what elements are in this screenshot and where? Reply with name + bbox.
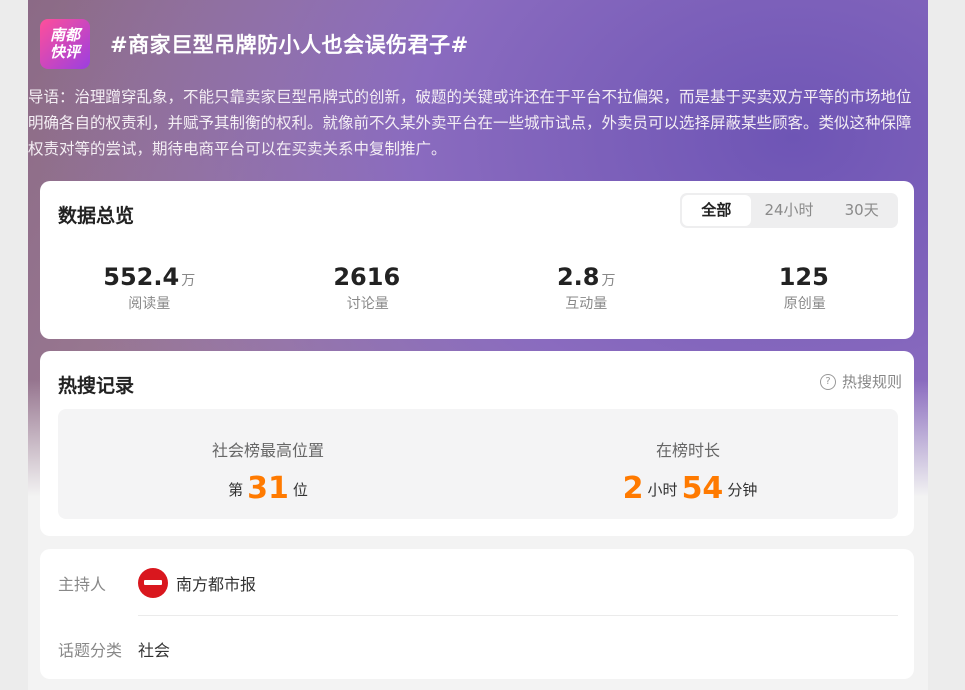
hot-search-stats: 社会榜最高位置 第 31 位 在榜时长 2 小时 54 分钟 xyxy=(58,409,898,519)
stat-label: 阅读量 xyxy=(128,296,171,312)
nandu-kuaiping-logo: 南都 快评 xyxy=(40,19,90,69)
tab-all[interactable]: 全部 xyxy=(682,195,751,226)
hot-search-title: 热搜记录 xyxy=(58,375,135,397)
duration-minutes-unit: 分钟 xyxy=(727,481,758,499)
stat-unit: 万 xyxy=(181,273,196,289)
rank-label: 社会榜最高位置 xyxy=(211,441,324,460)
stat-interactions: 2.8 万 互动量 xyxy=(477,263,696,313)
data-overview-card: 数据总览 全部 24小时 30天 552.4 万 阅读量 2616 讨论量 2.8… xyxy=(40,181,914,339)
stat-label: 原创量 xyxy=(783,296,826,312)
rank-column: 社会榜最高位置 第 31 位 xyxy=(58,409,478,519)
stat-original: 125 原创量 xyxy=(696,263,915,313)
period-tabs: 全部 24小时 30天 xyxy=(680,193,898,228)
duration-hours-unit: 小时 xyxy=(647,481,678,499)
rank-value-line: 第 31 位 xyxy=(58,471,478,506)
question-icon: ? xyxy=(819,373,836,390)
topic-title: #商家巨型吊牌防小人也会误伤君子# xyxy=(110,33,469,57)
host-name[interactable]: 南方都市报 xyxy=(176,571,256,595)
host-avatar[interactable] xyxy=(138,568,168,598)
duration-value-line: 2 小时 54 分钟 xyxy=(478,471,898,506)
duration-minutes: 54 xyxy=(681,471,724,506)
stat-label: 讨论量 xyxy=(346,296,389,312)
rank-suffix: 位 xyxy=(292,481,308,499)
tab-30d[interactable]: 30天 xyxy=(827,195,896,226)
duration-label: 在榜时长 xyxy=(655,441,720,460)
logo-line2: 快评 xyxy=(49,43,80,61)
duration-column: 在榜时长 2 小时 54 分钟 xyxy=(478,409,898,519)
duration-hours: 2 xyxy=(622,471,644,506)
host-row: 主持人 南方都市报 xyxy=(58,568,898,598)
stats-row: 552.4 万 阅读量 2616 讨论量 2.8 万 互动量 125 原创量 xyxy=(40,263,914,313)
stat-label: 互动量 xyxy=(565,296,608,312)
topic-intro: 导语：治理蹭穿乱象，不能只靠卖家巨型吊牌式的创新，破题的关键或许还在于平台不拉偏… xyxy=(28,88,912,158)
data-overview-title: 数据总览 xyxy=(58,205,135,227)
tab-24h[interactable]: 24小时 xyxy=(755,195,824,226)
category-row: 话题分类 社会 xyxy=(58,635,898,663)
hot-search-rules-link[interactable]: ? 热搜规则 xyxy=(819,371,902,392)
stat-value: 2616 xyxy=(333,263,401,291)
host-label: 主持人 xyxy=(58,575,107,594)
stat-value: 552.4 xyxy=(103,263,180,291)
rules-label: 热搜规则 xyxy=(841,373,902,391)
logo-line1: 南都 xyxy=(49,26,80,44)
divider xyxy=(138,615,898,616)
category-value: 社会 xyxy=(138,641,171,660)
topic-page: 南都 快评 #商家巨型吊牌防小人也会误伤君子# 导语：治理蹭穿乱象，不能只靠卖家… xyxy=(28,0,928,690)
rank-value: 31 xyxy=(247,471,289,506)
stat-value: 125 xyxy=(778,263,829,291)
category-label: 话题分类 xyxy=(58,641,123,660)
stat-reads: 552.4 万 阅读量 xyxy=(40,263,259,313)
hot-search-card: 热搜记录 ? 热搜规则 社会榜最高位置 第 31 位 在榜时长 2 小时 54 分钟 xyxy=(40,351,914,536)
stat-value: 2.8 xyxy=(556,263,600,291)
topic-header: 南都 快评 #商家巨型吊牌防小人也会误伤君子# xyxy=(40,18,469,70)
rank-prefix: 第 xyxy=(228,481,244,499)
stat-unit: 万 xyxy=(601,273,616,289)
stat-discussions: 2616 讨论量 xyxy=(259,263,478,313)
topic-info-card: 主持人 南方都市报 话题分类 社会 xyxy=(40,549,914,679)
